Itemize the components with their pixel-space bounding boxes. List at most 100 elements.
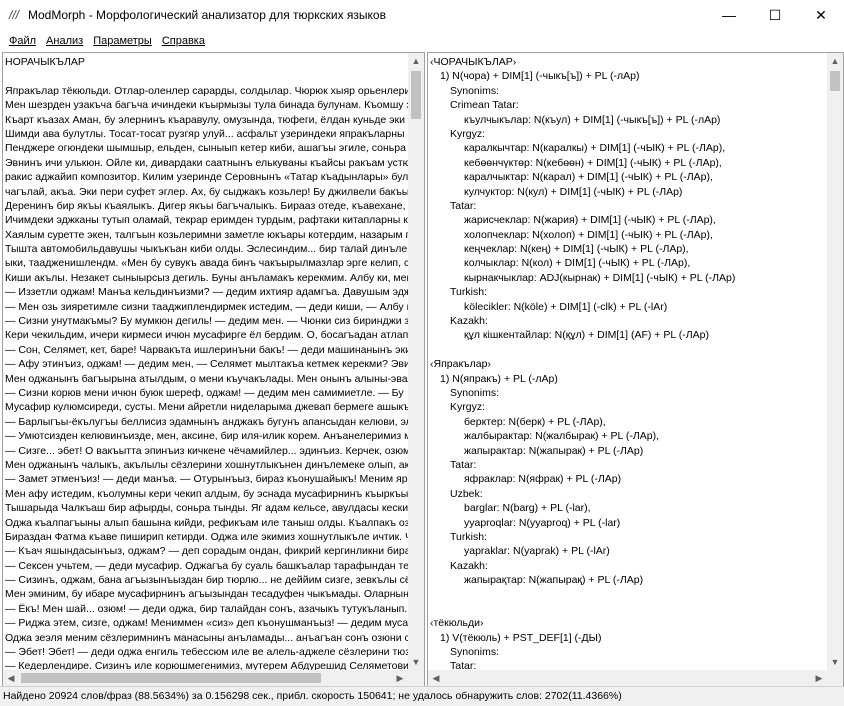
vertical-scrollbar[interactable]: ▲ ▼ bbox=[408, 53, 424, 670]
status-bar: Найдено 20924 слов/фраз (88.5634%) за 0.… bbox=[0, 686, 844, 706]
word-header: ‹ЧОРАЧЫКЪЛАР› bbox=[430, 56, 517, 68]
text-line: — Умютсизден келювинъизде, мен, аксине, … bbox=[5, 430, 408, 443]
text-line: — Сизни корюв мени ичюн буюк шереф, оджа… bbox=[5, 386, 404, 399]
text-line: — Эбет! Эбет! — деди оджа енгиль тебессю… bbox=[5, 646, 408, 659]
menu-help[interactable]: Справка bbox=[157, 35, 210, 47]
maximize-button[interactable]: ☐ bbox=[752, 0, 798, 30]
text-line: — Къач яшындасынъыз, оджам? — деп сорады… bbox=[5, 545, 408, 558]
analysis-line: берктер: N(берк) + PL (-ЛАр), bbox=[464, 415, 606, 428]
analysis-line: 1) N(япракъ) + PL (-лАр) bbox=[440, 372, 558, 385]
text-line: Мусафир кулюмсиреди, сусты. Мени айретли… bbox=[5, 401, 408, 414]
menu-parameters[interactable]: Параметры bbox=[88, 35, 157, 47]
analysis-line: Tatar: bbox=[450, 199, 477, 212]
text-line: — Риджа этем, сизге, оджам! Мениммен «си… bbox=[5, 617, 408, 630]
analysis-line: Turkish: bbox=[450, 286, 487, 299]
app-icon: /// bbox=[8, 8, 19, 22]
text-line: НОРАЧЫКЪЛАР bbox=[5, 56, 85, 68]
scroll-thumb[interactable] bbox=[21, 673, 321, 683]
scroll-down-icon[interactable]: ▼ bbox=[827, 654, 843, 670]
analysis-line: колчыклар: N(кол) + DIM[1] (-чЫК) + PL (… bbox=[464, 257, 691, 270]
close-button[interactable]: ✕ bbox=[798, 0, 844, 30]
analysis-line: құл кішкентайлар: N(құл) + DIM[1] (AF) +… bbox=[464, 329, 709, 342]
scroll-down-icon[interactable]: ▼ bbox=[408, 654, 424, 670]
minimize-button[interactable]: — bbox=[706, 0, 752, 30]
text-line: — Иззетли оджам! Манъа кельдинъизми? — д… bbox=[5, 286, 408, 299]
text-line: Япракълар тёкюльди. Отлар-оленлер сарард… bbox=[5, 84, 408, 97]
text-line: Пенджере огюндеки шымшыр, ельден, сыныып… bbox=[5, 142, 408, 155]
analysis-line: Turkish: bbox=[450, 530, 487, 543]
text-line: — Барлыгъы-ёкълугъы беллисиз эдамнынъ ан… bbox=[5, 415, 408, 428]
text-line: Оджа зеэля меним сёзлеримнинъ манасыны а… bbox=[5, 631, 408, 644]
analysis-line: каралчыктар: N(карал) + DIM[1] (-чЫК) + … bbox=[464, 171, 713, 184]
text-line: Ичимдеки эджканы тутып оламай, текрар ер… bbox=[5, 214, 408, 227]
text-line: Мен эминим, бу ибаре мусафирнинъ агъызын… bbox=[5, 588, 408, 601]
analysis-line: barglar: N(barg) + PL (-lar), bbox=[464, 502, 591, 515]
source-text-pane: НОРАЧЫКЪЛАР Япракълар тёкюльди. Отлар-оле… bbox=[2, 52, 425, 687]
scroll-corner bbox=[827, 670, 843, 686]
analysis-line: Uzbek: bbox=[450, 487, 483, 500]
text-line: — Сизинъ, оджам, бана агъызынъыздан бир … bbox=[5, 574, 408, 587]
text-line: Киши акълы. Незакет сыныырсыз дегиль. Бу… bbox=[5, 271, 408, 284]
source-text-area[interactable]: НОРАЧЫКЪЛАР Япракълар тёкюльди. Отлар-оле… bbox=[5, 55, 408, 670]
text-line: Къарт къазах Аман, бу элернинъ къаравулу… bbox=[5, 113, 408, 126]
analysis-line: Kyrgyz: bbox=[450, 127, 486, 140]
analysis-result-pane: ‹ЧОРАЧЫКЪЛАР› 1) N(чора) + DIM[1] (-чыкъ[… bbox=[427, 52, 844, 687]
analysis-line: каралкычтар: N(каралкы) + DIM[1] (-чЫК) … bbox=[464, 142, 726, 155]
window-title: ModMorph - Морфологический анализатор дл… bbox=[28, 8, 386, 22]
word-header bbox=[430, 602, 827, 616]
analysis-line: Kazakh: bbox=[450, 315, 488, 328]
scroll-corner bbox=[408, 670, 424, 686]
text-line: Мен шезрден узакъча багъча ичиндеки къыр… bbox=[5, 99, 408, 112]
menu-analysis[interactable]: Анализ bbox=[41, 35, 88, 47]
scroll-up-icon[interactable]: ▲ bbox=[408, 53, 424, 69]
text-line: Тышта автомобильдавушы чыкъкъан киби олд… bbox=[5, 243, 408, 256]
analysis-line: Tatar: bbox=[450, 458, 477, 471]
scroll-thumb[interactable] bbox=[411, 71, 421, 119]
text-line: Бираздан Фатма къаве пиширип кетирди. Од… bbox=[5, 530, 408, 543]
scroll-right-icon[interactable]: ▶ bbox=[811, 670, 827, 686]
word-header bbox=[430, 587, 827, 601]
scroll-left-icon[interactable]: ◀ bbox=[428, 670, 444, 686]
analysis-line: кырнакчыклар: ADJ(кырнак) + DIM[1] (-чЫК… bbox=[464, 271, 736, 284]
analysis-line: кеңчеклар: N(кең) + DIM[1] (-чЫК) + PL (… bbox=[464, 243, 689, 256]
text-line: ракис аджайип композитор. Килим узеринде… bbox=[5, 171, 408, 184]
analysis-line: жарисчеклар: N(жария) + DIM[1] (-чЫК) + … bbox=[464, 214, 716, 227]
analysis-line: жапырақтар: N(жапырақ) + PL (-ЛАр) bbox=[464, 574, 644, 587]
text-line: Мен оджанынъ чалыкъ, акълылы сёзлерини х… bbox=[5, 458, 408, 471]
scroll-left-icon[interactable]: ◀ bbox=[3, 670, 19, 686]
horizontal-scrollbar[interactable]: ◀ ▶ bbox=[3, 670, 408, 686]
horizontal-scrollbar[interactable]: ◀ ▶ bbox=[428, 670, 827, 686]
analysis-line: Synonims: bbox=[450, 386, 500, 399]
analysis-line: yapraklar: N(yaprak) + PL (-lAr) bbox=[464, 545, 610, 558]
scroll-thumb[interactable] bbox=[830, 71, 840, 91]
menu-file[interactable]: Файл bbox=[4, 35, 41, 47]
text-line bbox=[5, 69, 408, 83]
word-header: ‹тёкюльди› bbox=[430, 617, 484, 630]
scroll-right-icon[interactable]: ▶ bbox=[392, 670, 408, 686]
analysis-line: 1) V(тёкюль) + PST_DEF[1] (-ДЫ) bbox=[440, 631, 602, 644]
analysis-line: Synonims: bbox=[450, 646, 500, 659]
text-line: Шимди ава булутлы. Тосат-тосат рузгяр ул… bbox=[5, 127, 408, 140]
text-line: — Кедерлендире. Сизинъ иле корюшмегеними… bbox=[5, 660, 408, 670]
analysis-line: 1) N(чора) + DIM[1] (-чыкъ[ъ]) + PL (-лА… bbox=[440, 70, 640, 83]
text-line: Оджа къалпагъыны алып башына кийди, рефи… bbox=[5, 516, 408, 529]
title-bar: /// ModMorph - Морфологический анализато… bbox=[0, 0, 844, 30]
analysis-line: жалбырактар: N(жалбырак) + PL (-ЛАр), bbox=[464, 430, 660, 443]
analysis-line: кулчуктор: N(кул) + DIM[1] (-чЫК) + PL (… bbox=[464, 185, 683, 198]
analysis-line: Crimean Tatar: bbox=[450, 99, 519, 112]
text-line: Хаялым суретте экен, талгъын козьлеримни… bbox=[5, 228, 408, 241]
vertical-scrollbar[interactable]: ▲ ▼ bbox=[827, 53, 843, 670]
analysis-result-area[interactable]: ‹ЧОРАЧЫКЪЛАР› 1) N(чора) + DIM[1] (-чыкъ[… bbox=[430, 55, 827, 670]
analysis-line: къулчыкълар: N(къул) + DIM[1] (-чыкъ[ъ])… bbox=[464, 113, 721, 126]
text-line: — Сон, Селямет, кет, баре! Чарвакъта ишл… bbox=[5, 343, 408, 356]
analysis-line: Kazakh: bbox=[450, 559, 488, 572]
text-line: — Сизге... эбет! О вакъытта эпинъиз кичк… bbox=[5, 444, 408, 457]
text-line: — Сексен учьтем, — деди мусафир. Оджагъа… bbox=[5, 559, 408, 572]
text-line: — Мен озь зияретимле сизни тааджиплендир… bbox=[5, 300, 408, 313]
scroll-up-icon[interactable]: ▲ bbox=[827, 53, 843, 69]
text-line: Эвнинъ ичи улькюн. Ойле ки, дивардаки са… bbox=[5, 156, 408, 169]
text-line: — Замет этменъиз! — деди манъа. — Отурын… bbox=[5, 473, 408, 486]
analysis-line: yyaproqlar: N(yyaproq) + PL (-lar) bbox=[464, 516, 621, 529]
text-line: Кери чекильдим, ичери кирмеси ичюн мусаф… bbox=[5, 329, 408, 342]
analysis-line: кебөөнчүктөр: N(кебөөн) + DIM[1] (-чЫК) … bbox=[464, 156, 722, 169]
